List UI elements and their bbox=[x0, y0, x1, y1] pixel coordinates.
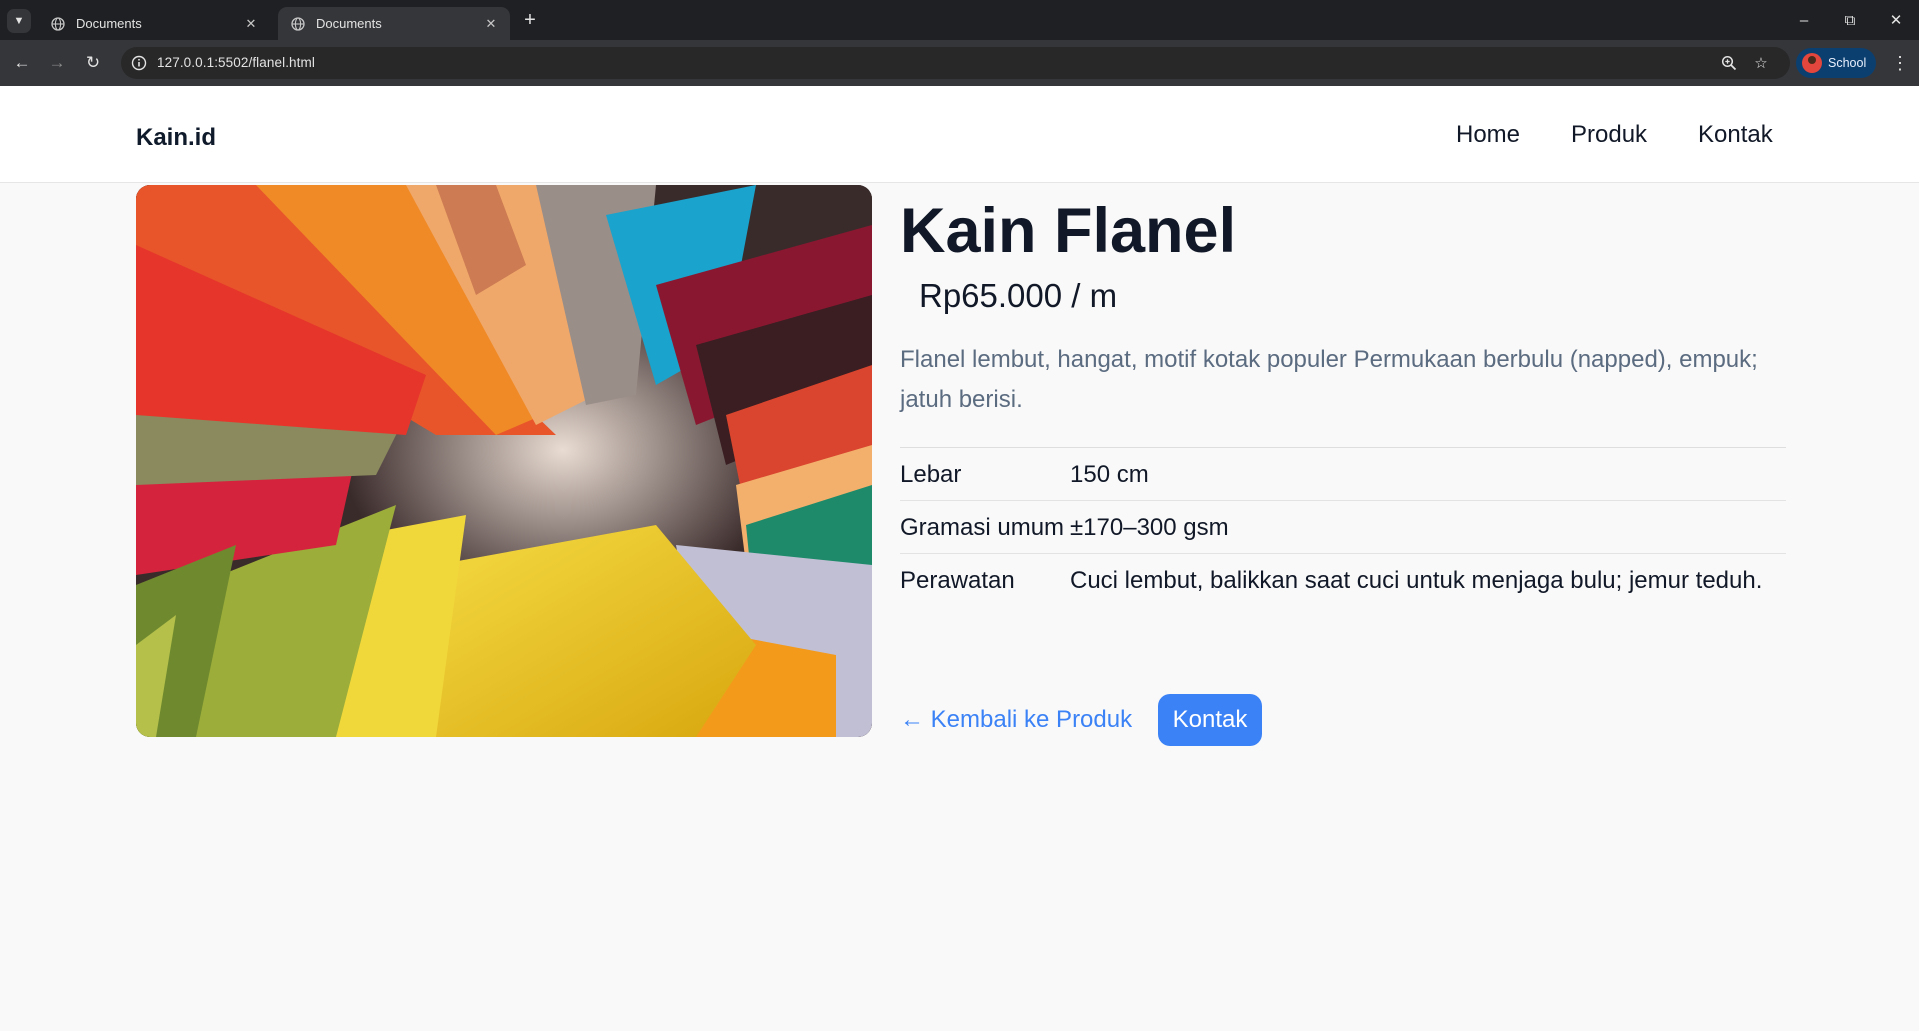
spec-key: Gramasi umum bbox=[900, 514, 1065, 541]
arrow-right-icon: → bbox=[48, 53, 66, 72]
site-logo[interactable]: Kain.id bbox=[136, 124, 216, 152]
page-content: Kain.id Home Produk Kontak Kain Flanel R… bbox=[0, 86, 1919, 1031]
back-button[interactable]: ← bbox=[8, 49, 36, 77]
browser-tab-1[interactable]: Documents ✕ bbox=[38, 7, 270, 40]
reload-icon: ↻ bbox=[85, 53, 101, 72]
tab-title: Documents bbox=[76, 16, 142, 31]
arrow-left-icon: ← bbox=[13, 53, 31, 72]
contact-button[interactable]: Kontak bbox=[1158, 694, 1262, 746]
back-to-products-link[interactable]: ← Kembali ke Produk bbox=[900, 706, 1132, 734]
browser-toolbar: ← → ↻ 127.0.0.1:5502/flanel.html ☆ Schoo… bbox=[0, 40, 1919, 86]
spec-row: Perawatan Cuci lembut, balikkan saat cuc… bbox=[900, 554, 1786, 607]
kebab-menu-icon: ⋮ bbox=[1891, 52, 1909, 73]
close-icon: ✕ bbox=[1889, 12, 1903, 29]
spec-table: Lebar 150 cm Gramasi umum ±170–300 gsm P… bbox=[900, 447, 1786, 607]
nav-item-kontak[interactable]: Kontak bbox=[1698, 121, 1773, 149]
tab-search-button[interactable]: ▼ bbox=[7, 9, 31, 33]
browser-tab-2[interactable]: Documents ✕ bbox=[278, 7, 510, 40]
browser-tab-strip: ▼ Documents ✕ Documents ✕ + – ⧉ ✕ bbox=[0, 0, 1919, 40]
product-price: Rp65.000 / m bbox=[919, 277, 1118, 314]
close-window-button[interactable]: ✕ bbox=[1873, 0, 1919, 40]
restore-icon: ⧉ bbox=[1844, 11, 1856, 29]
spec-value: 150 cm bbox=[1070, 461, 1149, 488]
product-description: Flanel lembut, hangat, motif kotak popul… bbox=[900, 346, 1758, 413]
new-tab-button[interactable]: + bbox=[518, 8, 542, 32]
site-info-icon[interactable] bbox=[129, 53, 149, 73]
nav-item-home[interactable]: Home bbox=[1456, 121, 1520, 149]
url-text: 127.0.0.1:5502/flanel.html bbox=[157, 55, 315, 70]
profile-button[interactable]: School bbox=[1796, 48, 1876, 78]
forward-button[interactable]: → bbox=[43, 49, 71, 77]
spec-value: Cuci lembut, balikkan saat cuci untuk me… bbox=[1070, 567, 1763, 594]
globe-icon bbox=[290, 16, 306, 32]
nav-item-produk[interactable]: Produk bbox=[1571, 121, 1647, 149]
plus-icon: + bbox=[524, 8, 536, 31]
chevron-down-icon: ▼ bbox=[13, 15, 25, 27]
spec-row: Gramasi umum ±170–300 gsm bbox=[900, 501, 1786, 554]
close-icon[interactable]: ✕ bbox=[482, 15, 500, 33]
spec-key: Perawatan bbox=[900, 567, 1015, 594]
minimize-icon: – bbox=[1799, 11, 1809, 29]
browser-menu-button[interactable]: ⋮ bbox=[1886, 49, 1914, 77]
spec-row: Lebar 150 cm bbox=[900, 448, 1786, 501]
site-header: Kain.id Home Produk Kontak bbox=[0, 86, 1919, 183]
spec-value: ±170–300 gsm bbox=[1070, 514, 1229, 541]
bookmark-star-icon[interactable]: ☆ bbox=[1751, 53, 1771, 73]
minimize-button[interactable]: – bbox=[1781, 0, 1827, 40]
product-image bbox=[136, 185, 872, 737]
avatar bbox=[1802, 53, 1822, 73]
profile-label: School bbox=[1828, 56, 1867, 70]
tab-title: Documents bbox=[316, 16, 382, 31]
close-icon[interactable]: ✕ bbox=[242, 15, 260, 33]
reload-button[interactable]: ↻ bbox=[79, 49, 107, 77]
product-title: Kain Flanel bbox=[900, 196, 1237, 266]
address-bar[interactable]: 127.0.0.1:5502/flanel.html ☆ bbox=[121, 47, 1790, 79]
zoom-icon[interactable] bbox=[1719, 53, 1739, 73]
restore-button[interactable]: ⧉ bbox=[1827, 0, 1873, 40]
spec-key: Lebar bbox=[900, 461, 962, 488]
globe-icon bbox=[50, 16, 66, 32]
